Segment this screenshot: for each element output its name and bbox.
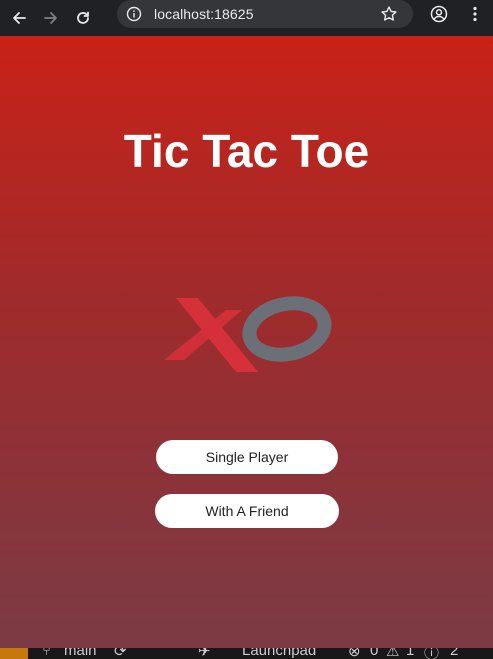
with-friend-button[interactable]: With A Friend	[155, 494, 339, 528]
arrow-right-icon	[44, 12, 57, 24]
more-menu-icon[interactable]	[464, 3, 486, 25]
bookmark-star-icon[interactable]	[379, 4, 399, 24]
arrow-left-icon	[13, 12, 26, 24]
status-bar: ⑂ main ⟳ ✈ Launchpad ⊗ 0 ⚠ 1 ⓘ 2	[0, 648, 493, 659]
game-menu-screen: Tic Tac Toe X O Single Player With A Fri…	[0, 36, 493, 648]
reload-icon	[77, 11, 89, 24]
warnings-icon[interactable]: ⚠	[386, 648, 399, 659]
logo-x-letter: X	[162, 296, 163, 297]
branch-icon[interactable]: ⑂	[42, 648, 51, 659]
page-title: Tic Tac Toe	[123, 125, 370, 177]
single-player-button[interactable]: Single Player	[156, 440, 338, 474]
site-info-icon[interactable]	[124, 4, 144, 24]
back-button[interactable]	[3, 4, 35, 32]
remote-indicator[interactable]	[0, 648, 28, 659]
address-bar[interactable]: localhost:18625	[117, 0, 413, 28]
sync-icon[interactable]: ⟳	[114, 648, 127, 659]
xo-logo: X O	[162, 296, 332, 372]
forward-button[interactable]	[35, 4, 67, 32]
reload-button[interactable]	[67, 4, 99, 32]
logo-o-letter: O	[162, 296, 163, 297]
browser-toolbar: localhost:18625	[0, 0, 493, 36]
info-count[interactable]: 2	[450, 648, 458, 659]
errors-count[interactable]: 0	[370, 648, 378, 659]
branch-name[interactable]: main	[64, 648, 97, 659]
errors-icon[interactable]: ⊗	[348, 648, 361, 659]
info-icon[interactable]: ⓘ	[424, 648, 439, 659]
profile-icon[interactable]	[428, 3, 450, 25]
launchpad-icon[interactable]: ✈	[198, 648, 211, 659]
url-text[interactable]: localhost:18625	[154, 6, 254, 22]
launchpad-label[interactable]: Launchpad	[242, 648, 316, 659]
warnings-count[interactable]: 1	[406, 648, 414, 659]
